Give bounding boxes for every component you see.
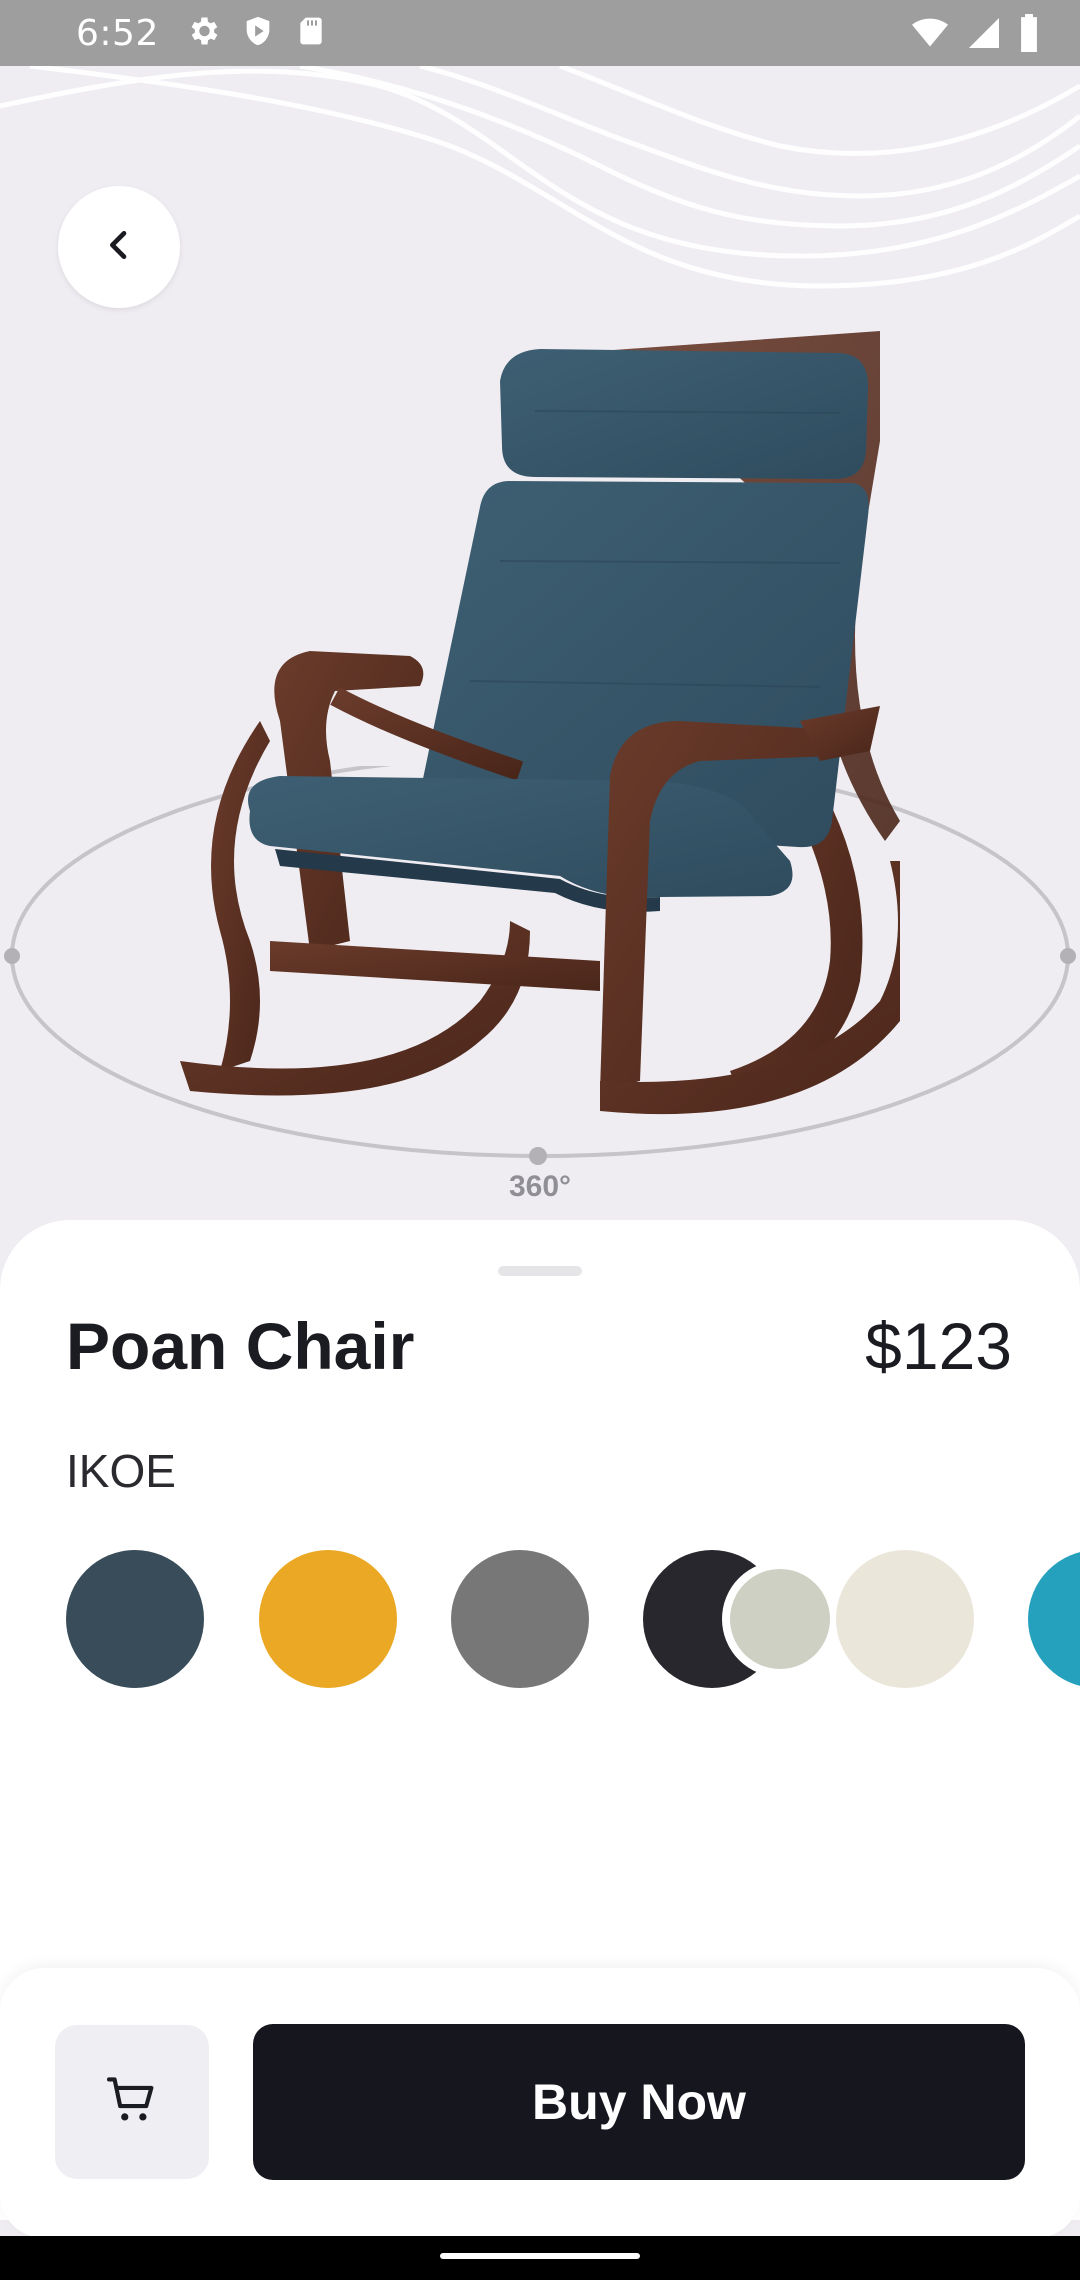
status-left-icons — [185, 13, 327, 54]
color-swatch-cream[interactable] — [836, 1550, 974, 1688]
product-name: Poan Chair — [66, 1309, 415, 1383]
color-swatch-slate-blue[interactable] — [66, 1550, 204, 1688]
sd-card-icon — [295, 13, 327, 54]
wifi-icon — [910, 15, 950, 56]
rotation-label: 360° — [508, 1170, 572, 1203]
bottom-action-bar: Buy Now — [0, 1968, 1080, 2238]
battery-icon — [1018, 14, 1040, 57]
chevron-left-icon — [99, 225, 139, 270]
color-swatch-grey[interactable] — [451, 1550, 589, 1688]
status-bar: 6:52 — [0, 0, 1080, 66]
home-indicator[interactable] — [440, 2253, 640, 2259]
product-viewer[interactable]: 360° — [0, 66, 1080, 1236]
cart-icon — [103, 2071, 161, 2134]
shield-icon — [241, 13, 275, 54]
add-to-cart-button[interactable] — [55, 2025, 209, 2179]
sheet-grabber[interactable] — [498, 1266, 582, 1276]
color-swatch-mustard[interactable] — [259, 1550, 397, 1688]
buy-now-button[interactable]: Buy Now — [253, 2024, 1025, 2180]
color-swatch-sage[interactable] — [722, 1561, 838, 1677]
product-price: $123 — [865, 1309, 1012, 1383]
product-image-chair — [180, 331, 900, 1115]
product-detail-screen: 6:52 360° Poan Chair $123 IKOE Buy Now — [0, 0, 1080, 2280]
product-brand: IKOE — [66, 1445, 176, 1497]
status-right-icons — [910, 14, 1040, 57]
status-time: 6:52 — [76, 12, 159, 54]
back-button[interactable] — [58, 186, 180, 308]
color-swatches — [0, 1550, 1080, 1690]
gear-icon — [185, 13, 221, 54]
signal-icon — [966, 15, 1002, 56]
color-swatch-teal[interactable] — [1028, 1550, 1080, 1688]
